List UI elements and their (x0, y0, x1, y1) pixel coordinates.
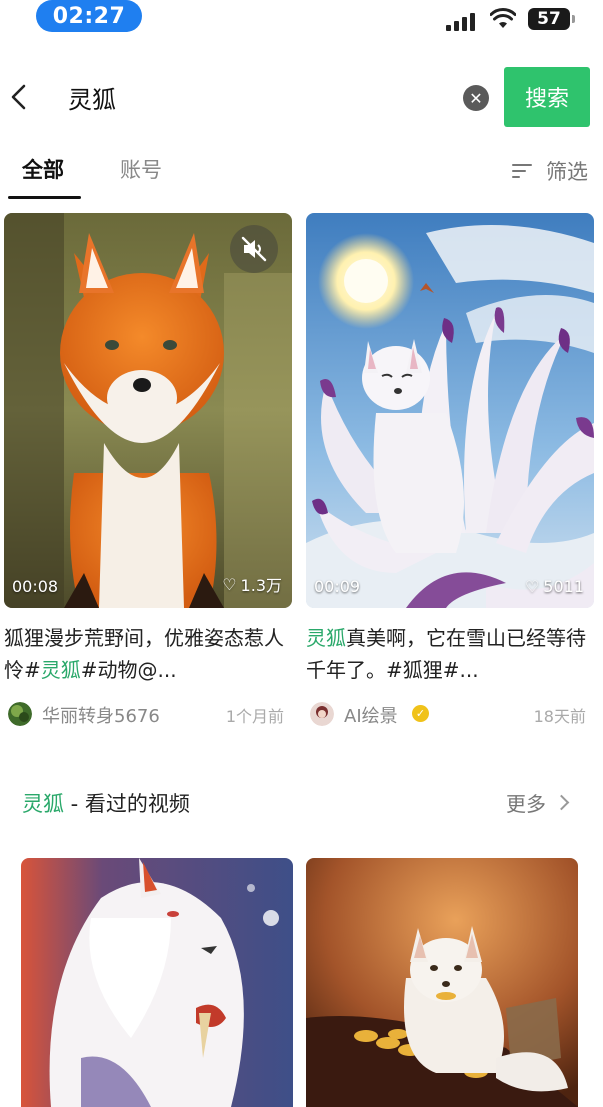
caption-keyword[interactable]: 灵狐 (41, 658, 81, 682)
post-time: 18天前 (533, 707, 586, 726)
section-title: 灵狐 - 看过的视频 (22, 788, 190, 818)
filter-label: 筛选 (546, 160, 588, 184)
section-title-text: - 看过的视频 (64, 792, 190, 816)
cellular-signal-icon (446, 11, 476, 31)
active-tab-indicator (8, 196, 81, 199)
filter-icon (512, 162, 532, 180)
avatar[interactable] (310, 702, 334, 726)
like-count: ♡ 1.3万 (222, 572, 282, 596)
wifi-icon (490, 8, 516, 28)
viewed-video-thumbnail[interactable] (21, 858, 293, 1107)
viewed-videos-header: 灵狐 - 看过的视频 更多 (0, 782, 603, 822)
video-caption[interactable]: 狐狸漫步荒野间，优雅姿态惹人怜#灵狐#动物@... (4, 622, 292, 686)
clear-search-icon[interactable]: ✕ (463, 85, 489, 111)
viewed-video-thumbnail[interactable] (306, 858, 578, 1107)
nine-tailed-fox-image (306, 213, 594, 608)
video-thumbnail[interactable]: 00:09 ♡ 5011 (306, 213, 594, 608)
like-count: ♡ 5011 (525, 577, 584, 596)
post-time: 1个月前 (225, 707, 284, 726)
caption-text: #动物@... (80, 658, 177, 682)
fox-with-gold-image (306, 858, 578, 1107)
filter-button[interactable]: 筛选 (512, 156, 588, 186)
author-row[interactable]: 华丽转身5676 1个月前 (4, 700, 292, 728)
author-row[interactable]: AI绘景 ✓ 18天前 (306, 700, 594, 728)
result-tabs: 全部 账号 筛选 (0, 150, 603, 200)
avatar[interactable] (8, 702, 32, 726)
heart-icon: ♡ (222, 574, 237, 594)
search-button[interactable]: 搜索 (504, 67, 590, 127)
chevron-right-icon (553, 794, 570, 811)
status-bar: 02:27 57 (0, 0, 603, 44)
battery-icon: 57 (528, 8, 575, 30)
caption-keyword[interactable]: 灵狐 (306, 626, 346, 650)
video-caption[interactable]: 灵狐真美啊，它在雪山已经等待千年了。#狐狸#... (306, 622, 594, 686)
search-input[interactable]: 灵狐 (68, 80, 116, 115)
back-arrow-icon[interactable] (4, 82, 32, 112)
caption-text: 真美啊，它在雪山已经等待千年了。#狐狸#... (306, 626, 586, 682)
heart-icon: ♡ (524, 577, 540, 596)
section-keyword: 灵狐 (22, 792, 64, 816)
tab-account[interactable]: 账号 (120, 154, 162, 184)
tab-all[interactable]: 全部 (22, 154, 64, 184)
author-name[interactable]: AI绘景 (344, 702, 398, 728)
like-count-value: 1.3万 (240, 576, 282, 595)
like-count-value: 5011 (543, 577, 584, 596)
status-time: 02:27 (36, 0, 142, 32)
author-name[interactable]: 华丽转身5676 (42, 702, 160, 728)
white-fox-image (21, 858, 293, 1107)
video-duration: 00:08 (12, 577, 59, 596)
video-thumbnail[interactable]: 00:08 ♡ 1.3万 (4, 213, 292, 608)
verified-badge-icon: ✓ (412, 705, 429, 722)
mute-icon[interactable] (230, 225, 278, 273)
video-card[interactable]: 00:08 ♡ 1.3万 狐狸漫步荒野间，优雅姿态惹人怜#灵狐#动物@... 华… (4, 213, 292, 728)
more-link[interactable]: 更多 (506, 788, 570, 817)
more-label: 更多 (506, 792, 546, 816)
search-header: 灵狐 ✕ 搜索 (0, 66, 603, 128)
video-card[interactable]: 00:09 ♡ 5011 灵狐真美啊，它在雪山已经等待千年了。#狐狸#... A… (306, 213, 594, 728)
video-duration: 00:09 (314, 577, 361, 596)
